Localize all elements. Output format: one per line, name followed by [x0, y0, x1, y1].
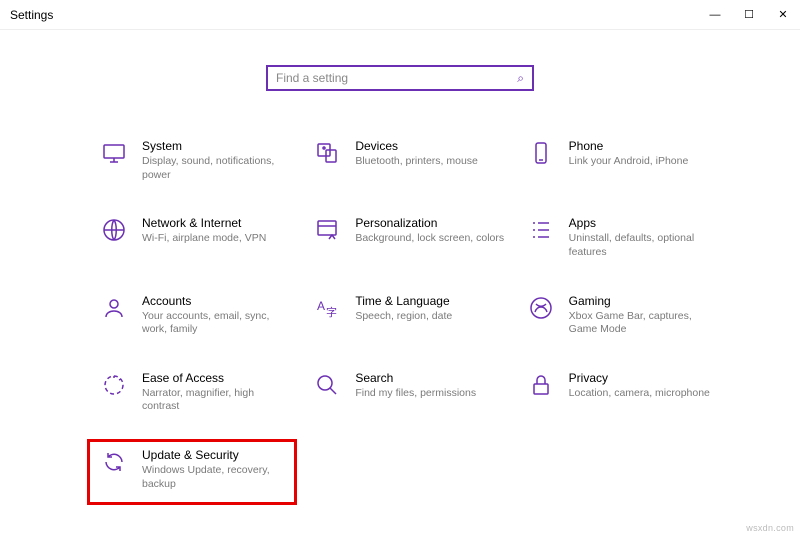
search-box[interactable]: ⌕	[266, 65, 534, 91]
titlebar: Settings — ☐ ✕	[0, 0, 800, 30]
tile-subtitle: Your accounts, email, sync, work, family	[142, 310, 292, 337]
sync-icon	[100, 448, 128, 476]
tile-title: Devices	[355, 139, 478, 153]
minimize-button[interactable]: —	[698, 0, 732, 29]
tile-subtitle: Narrator, magnifier, high contrast	[142, 387, 292, 414]
tile-subtitle: Wi-Fi, airplane mode, VPN	[142, 232, 266, 246]
tile-subtitle: Speech, region, date	[355, 310, 452, 324]
tile-subtitle: Display, sound, notifications, power	[142, 155, 292, 182]
tile-title: Personalization	[355, 216, 504, 230]
tile-time-language[interactable]: A字 Time & Language Speech, region, date	[313, 294, 506, 337]
language-icon: A字	[313, 294, 341, 322]
tile-title: Ease of Access	[142, 371, 292, 385]
tile-title: Update & Security	[142, 448, 292, 462]
tile-subtitle: Windows Update, recovery, backup	[142, 464, 292, 491]
tile-accounts[interactable]: Accounts Your accounts, email, sync, wor…	[100, 294, 293, 337]
close-button[interactable]: ✕	[766, 0, 800, 29]
tile-system[interactable]: System Display, sound, notifications, po…	[100, 139, 293, 182]
lock-icon	[527, 371, 555, 399]
tile-title: Search	[355, 371, 476, 385]
tile-title: Time & Language	[355, 294, 452, 308]
paint-icon	[313, 216, 341, 244]
accessibility-icon	[100, 371, 128, 399]
tile-subtitle: Uninstall, defaults, optional features	[569, 232, 719, 259]
tile-title: Phone	[569, 139, 689, 153]
tile-subtitle: Find my files, permissions	[355, 387, 476, 401]
tile-subtitle: Xbox Game Bar, captures, Game Mode	[569, 310, 719, 337]
tile-update-security[interactable]: Update & Security Windows Update, recove…	[100, 448, 293, 491]
gaming-icon	[527, 294, 555, 322]
tile-title: Gaming	[569, 294, 719, 308]
svg-text:A: A	[317, 299, 325, 313]
tile-gaming[interactable]: Gaming Xbox Game Bar, captures, Game Mod…	[527, 294, 720, 337]
globe-icon	[100, 216, 128, 244]
search-container: ⌕	[0, 65, 800, 91]
tile-title: Apps	[569, 216, 719, 230]
settings-grid: System Display, sound, notifications, po…	[100, 139, 720, 491]
monitor-icon	[100, 139, 128, 167]
tile-devices[interactable]: Devices Bluetooth, printers, mouse	[313, 139, 506, 182]
tile-title: Privacy	[569, 371, 710, 385]
phone-icon	[527, 139, 555, 167]
tile-subtitle: Background, lock screen, colors	[355, 232, 504, 246]
tile-network[interactable]: Network & Internet Wi-Fi, airplane mode,…	[100, 216, 293, 259]
tile-subtitle: Link your Android, iPhone	[569, 155, 689, 169]
devices-icon	[313, 139, 341, 167]
tile-search[interactable]: Search Find my files, permissions	[313, 371, 506, 414]
tile-apps[interactable]: Apps Uninstall, defaults, optional featu…	[527, 216, 720, 259]
tile-ease-of-access[interactable]: Ease of Access Narrator, magnifier, high…	[100, 371, 293, 414]
tile-personalization[interactable]: Personalization Background, lock screen,…	[313, 216, 506, 259]
window-controls: — ☐ ✕	[698, 0, 800, 29]
tile-subtitle: Location, camera, microphone	[569, 387, 710, 401]
magnifier-icon	[313, 371, 341, 399]
maximize-button[interactable]: ☐	[732, 0, 766, 29]
tile-title: Accounts	[142, 294, 292, 308]
person-icon	[100, 294, 128, 322]
tile-privacy[interactable]: Privacy Location, camera, microphone	[527, 371, 720, 414]
search-icon: ⌕	[517, 71, 524, 86]
svg-text:字: 字	[326, 305, 337, 319]
watermark: wsxdn.com	[746, 523, 794, 533]
tile-subtitle: Bluetooth, printers, mouse	[355, 155, 478, 169]
tile-title: Network & Internet	[142, 216, 266, 230]
window-title: Settings	[10, 8, 53, 22]
tile-phone[interactable]: Phone Link your Android, iPhone	[527, 139, 720, 182]
search-input[interactable]	[276, 71, 517, 85]
tile-title: System	[142, 139, 292, 153]
apps-icon	[527, 216, 555, 244]
